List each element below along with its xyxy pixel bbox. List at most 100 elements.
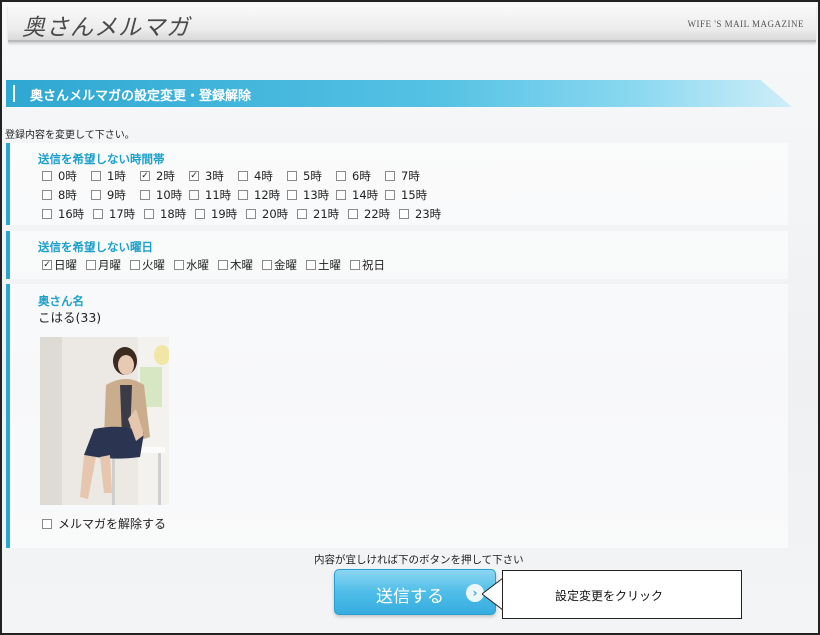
hour-checkbox[interactable] [246, 209, 256, 219]
hour-checkbox[interactable] [42, 171, 52, 181]
hour-label: 22時 [364, 207, 391, 221]
hour-checkbox[interactable] [348, 209, 358, 219]
hours-section: 送信を希望しない時間帯 0時 1時 ✓ 2時 ✓ 3時 4時 5時 6時 7時 8時 9時 10時 11時… [6, 143, 788, 225]
day-option[interactable]: 土曜 [306, 257, 341, 273]
hour-option[interactable]: 9時 [91, 187, 140, 203]
hour-option[interactable]: 6時 [336, 168, 385, 184]
hour-option[interactable]: ✓ 2時 [140, 168, 189, 184]
hour-label: 7時 [401, 169, 420, 183]
day-label: 祝日 [362, 258, 385, 272]
hour-checkbox[interactable] [93, 209, 103, 219]
hour-label: 20時 [262, 207, 289, 221]
hour-label: 1時 [107, 169, 126, 183]
hour-option[interactable]: 8時 [42, 187, 91, 203]
unsubscribe-option[interactable]: メルマガを解除する [42, 515, 166, 532]
day-checkbox[interactable] [174, 260, 184, 270]
hour-checkbox[interactable] [336, 171, 346, 181]
hour-option[interactable]: 17時 [93, 206, 144, 222]
hour-label: 5時 [303, 169, 322, 183]
hour-checkbox[interactable] [140, 190, 150, 200]
hour-option[interactable]: 20時 [246, 206, 297, 222]
hour-checkbox-row: 16時 17時 18時 19時 20時 21時 22時 23時 [42, 206, 450, 222]
day-checkbox[interactable] [350, 260, 360, 270]
hour-label: 13時 [303, 188, 330, 202]
hour-option[interactable]: 1時 [91, 168, 140, 184]
hour-label: 6時 [352, 169, 371, 183]
day-checkbox[interactable] [86, 260, 96, 270]
hour-label: 15時 [401, 188, 428, 202]
day-checkbox[interactable] [130, 260, 140, 270]
hour-checkbox[interactable] [238, 190, 248, 200]
hour-option[interactable]: 10時 [140, 187, 189, 203]
day-checkbox[interactable] [218, 260, 228, 270]
hour-option[interactable]: 0時 [42, 168, 91, 184]
callout-text: 設定変更をクリック [555, 589, 664, 603]
hour-label: 0時 [58, 169, 77, 183]
profile-section: 奥さん名 こはる(33) メルマガを解除する [6, 284, 788, 548]
hour-label: 16時 [58, 207, 85, 221]
day-checkbox[interactable] [262, 260, 272, 270]
hour-option[interactable]: 4時 [238, 168, 287, 184]
day-option[interactable]: 月曜 [86, 257, 121, 273]
day-option[interactable]: 火曜 [130, 257, 165, 273]
hour-option[interactable]: 23時 [399, 206, 450, 222]
unsubscribe-checkbox[interactable] [42, 518, 52, 529]
hour-option[interactable]: 11時 [189, 187, 238, 203]
day-option[interactable]: ✓ 日曜 [42, 257, 77, 273]
hour-checkbox[interactable] [189, 190, 199, 200]
hour-checkbox[interactable] [297, 209, 307, 219]
hour-checkbox[interactable] [42, 209, 52, 219]
hour-checkbox[interactable] [399, 209, 409, 219]
hour-option[interactable]: 5時 [287, 168, 336, 184]
hour-option[interactable]: 18時 [144, 206, 195, 222]
hour-checkbox[interactable] [287, 171, 297, 181]
hour-checkbox[interactable] [42, 190, 52, 200]
hour-checkbox[interactable] [195, 209, 205, 219]
hour-checkbox[interactable] [238, 171, 248, 181]
hour-checkbox-row: 0時 1時 ✓ 2時 ✓ 3時 4時 5時 6時 7時 [42, 168, 434, 184]
hour-option[interactable]: 16時 [42, 206, 93, 222]
hour-checkbox[interactable] [287, 190, 297, 200]
day-label: 水曜 [186, 258, 209, 272]
hour-checkbox[interactable] [385, 190, 395, 200]
hour-label: 12時 [254, 188, 281, 202]
submit-button[interactable]: 送信する › [334, 569, 496, 615]
hour-label: 17時 [109, 207, 136, 221]
day-option[interactable]: 木曜 [218, 257, 253, 273]
hour-option[interactable]: 12時 [238, 187, 287, 203]
page-title: 奥さんメルマガの設定変更・登録解除 [30, 89, 252, 104]
hour-option[interactable]: ✓ 3時 [189, 168, 238, 184]
hour-label: 14時 [352, 188, 379, 202]
hour-checkbox[interactable] [144, 209, 154, 219]
hour-label: 10時 [156, 188, 183, 202]
hour-option[interactable]: 21時 [297, 206, 348, 222]
day-option[interactable]: 金曜 [262, 257, 297, 273]
day-checkbox[interactable] [306, 260, 316, 270]
hour-checkbox[interactable] [91, 190, 101, 200]
hour-checkbox[interactable]: ✓ [189, 171, 199, 181]
hour-label: 19時 [211, 207, 238, 221]
hour-option[interactable]: 15時 [385, 187, 434, 203]
hour-label: 21時 [313, 207, 340, 221]
hour-option[interactable]: 7時 [385, 168, 434, 184]
day-checkbox[interactable]: ✓ [42, 260, 52, 270]
hour-option[interactable]: 14時 [336, 187, 385, 203]
hour-option[interactable]: 22時 [348, 206, 399, 222]
day-option[interactable]: 祝日 [350, 257, 385, 273]
hour-checkbox[interactable] [91, 171, 101, 181]
site-subtitle: WIFE 'S MAIL MAGAZINE [687, 19, 804, 29]
day-label: 土曜 [318, 258, 341, 272]
day-option[interactable]: 水曜 [174, 257, 209, 273]
title-accent-bar [13, 85, 15, 102]
hour-option[interactable]: 19時 [195, 206, 246, 222]
day-label: 火曜 [142, 258, 165, 272]
hour-checkbox[interactable] [336, 190, 346, 200]
hour-checkbox[interactable] [385, 171, 395, 181]
hour-label: 4時 [254, 169, 273, 183]
hour-checkbox[interactable]: ✓ [140, 171, 150, 181]
hour-option[interactable]: 13時 [287, 187, 336, 203]
site-logo[interactable]: 奥さんメルマガ [22, 8, 190, 42]
site-header: 奥さんメルマガ WIFE 'S MAIL MAGAZINE [8, 4, 816, 42]
hour-label: 11時 [205, 188, 232, 202]
submit-button-label: 送信する [376, 587, 444, 607]
